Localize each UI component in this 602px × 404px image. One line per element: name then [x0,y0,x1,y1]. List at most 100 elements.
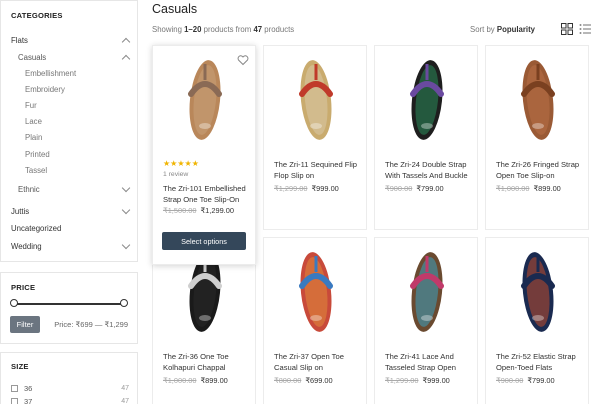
chevron-down-icon[interactable] [121,205,131,215]
sale-price: ₹1,299.00 [200,206,234,215]
size-title: SIZE [11,362,29,371]
product-name[interactable]: The Zri-101 Embellished Strap One Toe Sl… [163,183,251,205]
category-item[interactable]: Flats [1,33,139,47]
price-slider-min-handle[interactable] [10,299,18,307]
category-item[interactable]: Ethnic [1,182,139,196]
category-label: Tassel [25,165,48,175]
sale-price: ₹999.00 [311,184,339,193]
product-name[interactable]: The Zri-24 Double Strap With Tassels And… [385,159,473,181]
product-card[interactable]: The Zri-52 Elastic Strap Open-Toed Flats… [485,237,589,404]
category-item[interactable]: Lace [1,114,139,128]
wishlist-heart-icon[interactable] [237,54,249,66]
select-options-button[interactable]: Select options [162,232,246,250]
product-name[interactable]: The Zri-26 Fringed Strap Open Toe Slip-o… [496,159,584,181]
category-label: Plain [25,132,43,142]
old-price: ₹900.00 [385,184,413,193]
product-card[interactable]: The Zri-11 Sequined Flip Flop Slip on ₹1,… [263,45,367,230]
category-item[interactable]: Uncategorized [1,221,139,235]
category-label: Ethnic [18,184,40,194]
product-price: ₹1,299.00 ₹999.00 [274,184,339,193]
categories-title: CATEGORIES [11,11,63,20]
category-label: Casuals [18,52,47,62]
product-price: ₹900.00 ₹799.00 [496,376,555,385]
showing-range: 1–20 [184,25,202,34]
old-price: ₹1,000.00 [496,184,530,193]
category-label: Fur [25,100,37,110]
categories-panel: CATEGORIES Flats Casuals Embellishment Embr… [0,0,138,262]
category-label: Flats [11,35,28,45]
old-price: ₹800.00 [274,376,302,385]
product-image[interactable] [486,238,590,342]
size-option[interactable]: 36 47 [11,383,129,394]
old-price: ₹1,299.00 [385,376,419,385]
page-title: Casuals [152,2,198,16]
grid-view-icon[interactable] [561,23,573,35]
category-item[interactable]: Fur [1,98,139,112]
category-label: Printed [25,149,50,159]
price-slider-track[interactable] [13,303,125,305]
review-count[interactable]: 1 review [163,171,188,178]
product-name[interactable]: The Zri-36 One Toe Kolhapuri Chappal [163,351,251,373]
category-item[interactable]: Printed [1,147,139,161]
category-label: Embroidery [25,84,65,94]
sale-price: ₹799.00 [416,184,444,193]
category-item[interactable]: Casuals [1,50,139,64]
sale-price: ₹899.00 [533,184,561,193]
product-image[interactable] [264,46,368,150]
old-price: ₹1,500.00 [163,206,197,215]
category-label: Lace [25,116,42,126]
showing-mid: products from [201,25,254,34]
product-price: ₹1,299.00 ₹999.00 [385,376,450,385]
checkbox[interactable] [11,385,18,392]
product-image[interactable] [486,46,590,150]
product-card[interactable]: ★★★★★ 1 review The Zri-101 Embellished Str… [152,45,256,265]
category-item[interactable]: Embroidery [1,82,139,96]
product-card[interactable]: The Zri-24 Double Strap With Tassels And… [374,45,478,230]
product-price: ₹800.00 ₹699.00 [274,376,333,385]
category-label: Embellishment [25,68,77,78]
category-item[interactable]: Embellishment [1,66,139,80]
showing-total: 47 [253,25,263,34]
size-label: 37 [24,397,33,404]
checkbox[interactable] [11,398,18,404]
product-card[interactable]: The Zri-26 Fringed Strap Open Toe Slip-o… [485,45,589,230]
old-price: ₹1,299.00 [274,184,308,193]
category-label: Wedding [11,241,42,251]
price-panel: PRICE [0,272,138,344]
product-name[interactable]: The Zri-52 Elastic Strap Open-Toed Flats [496,351,584,373]
sort-dropdown[interactable]: Sort by Popularity [470,25,535,34]
product-price: ₹1,500.00 ₹1,299.00 [163,206,234,215]
chevron-down-icon[interactable] [121,183,131,193]
size-option[interactable]: 37 47 [11,396,129,404]
product-name[interactable]: The Zri-11 Sequined Flip Flop Slip on [274,159,362,181]
price-range-text: Price: ₹699 — ₹1,299 [54,320,128,329]
product-card[interactable]: The Zri-41 Lace And Tasseled Strap Open ₹… [374,237,478,404]
list-view-icon[interactable] [579,23,591,35]
size-label: 36 [24,384,33,393]
category-item[interactable]: Plain [1,130,139,144]
chevron-up-icon[interactable] [121,37,131,47]
chevron-down-icon[interactable] [121,240,131,250]
price-slider-max-handle[interactable] [120,299,128,307]
sort-prefix: Sort by [470,25,497,34]
sale-price: ₹999.00 [422,376,450,385]
sort-value: Popularity [496,25,535,34]
product-name[interactable]: The Zri-37 Open Toe Casual Slip on [274,351,362,373]
results-count: Showing 1–20 products from 47 products [152,25,294,34]
product-price: ₹1,000.00 ₹899.00 [163,376,228,385]
filter-button[interactable]: Filter [10,316,40,333]
chevron-up-icon[interactable] [121,54,131,64]
sale-price: ₹699.00 [305,376,333,385]
product-image[interactable] [375,46,479,150]
product-image[interactable] [264,238,368,342]
showing-prefix: Showing [152,25,185,34]
product-name[interactable]: The Zri-41 Lace And Tasseled Strap Open [385,351,473,373]
category-item[interactable]: Wedding [1,239,139,253]
category-item[interactable]: Tassel [1,163,139,177]
size-panel: SIZE 36 47 37 47 [0,352,138,404]
category-item[interactable]: Juttis [1,204,139,218]
product-image[interactable] [375,238,479,342]
product-card[interactable]: The Zri-37 Open Toe Casual Slip on ₹800.0… [263,237,367,404]
category-label: Uncategorized [11,223,62,233]
sale-price: ₹899.00 [200,376,228,385]
